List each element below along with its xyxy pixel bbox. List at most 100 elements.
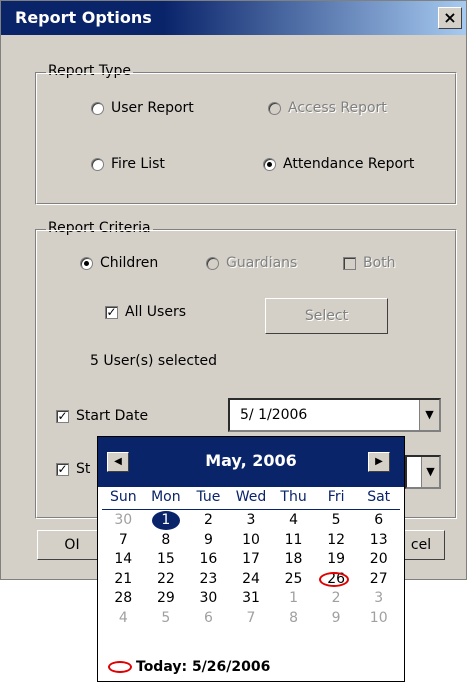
close-button[interactable]: × — [438, 7, 462, 29]
calendar-day[interactable]: 6 — [187, 609, 230, 629]
calendar-day[interactable]: 26 — [315, 570, 358, 590]
today-footer[interactable]: Today: 5/26/2006 — [108, 659, 270, 675]
start-date-value: 5/ 1/2006 — [240, 407, 308, 423]
report-type-group: Report Type — [35, 63, 457, 205]
access-report-option: Access Report — [268, 100, 387, 116]
fire-list-label: Fire List — [111, 156, 165, 172]
calendar-day[interactable]: 1 — [145, 511, 188, 531]
calendar-day[interactable]: 7 — [102, 531, 145, 551]
calendar-day[interactable]: 23 — [187, 570, 230, 590]
fire-list-radio[interactable] — [91, 157, 104, 171]
calendar-day[interactable]: 4 — [272, 511, 315, 531]
today-label: Today: 5/26/2006 — [136, 659, 271, 675]
user-report-option[interactable]: User Report — [91, 100, 194, 116]
calendar-day[interactable]: 9 — [315, 609, 358, 629]
start-date-option[interactable]: ✓ Start Date — [56, 408, 148, 424]
cancel-button-label: cel — [410, 537, 432, 553]
all-users-label: All Users — [125, 304, 187, 320]
calendar-day[interactable]: 28 — [102, 589, 145, 609]
stop-date-checkbox[interactable]: ✓ — [56, 462, 69, 476]
calendar-day[interactable]: 10 — [230, 531, 273, 551]
calendar-day[interactable]: 3 — [357, 589, 400, 609]
calendar-day[interactable]: 22 — [145, 570, 188, 590]
users-selected-text: 5 User(s) selected — [90, 353, 218, 369]
calendar-day[interactable]: 30 — [102, 511, 145, 531]
children-radio[interactable] — [80, 256, 93, 270]
attendance-report-radio[interactable] — [263, 157, 276, 171]
calendar-day[interactable]: 21 — [102, 570, 145, 590]
calendar-day[interactable]: 15 — [145, 550, 188, 570]
title-bar[interactable]: Report Options × — [1, 1, 466, 35]
report-criteria-legend: Report Criteria — [46, 220, 153, 236]
calendar-day[interactable]: 12 — [315, 531, 358, 551]
weekday-thu: Thu — [280, 489, 307, 505]
calendar-day[interactable]: 18 — [272, 550, 315, 570]
calendar-day[interactable]: 27 — [357, 570, 400, 590]
calendar-day[interactable]: 5 — [315, 511, 358, 531]
calendar-day[interactable]: 8 — [272, 609, 315, 629]
calendar-month-title[interactable]: May, 2006 — [98, 451, 404, 470]
user-report-label: User Report — [111, 100, 194, 116]
children-option[interactable]: Children — [80, 255, 158, 271]
calendar-day[interactable]: 24 — [230, 570, 273, 590]
calendar-day[interactable]: 25 — [272, 570, 315, 590]
calendar-day[interactable]: 30 — [187, 589, 230, 609]
next-month-icon[interactable]: ▶ — [368, 452, 390, 472]
weekday-sun: Sun — [109, 489, 137, 505]
month-calendar[interactable]: ◀ May, 2006 ▶ Sun Mon Tue Wed Thu Fri Sat 30 1 2… — [97, 436, 405, 682]
weekday-fri: Fri — [327, 489, 345, 505]
guardians-option: Guardians — [206, 255, 297, 271]
today-circle-icon — [108, 661, 132, 673]
calendar-day[interactable]: 2 — [187, 511, 230, 531]
calendar-day[interactable]: 8 — [145, 531, 188, 551]
calendar-day[interactable]: 13 — [357, 531, 400, 551]
calendar-day[interactable]: 10 — [357, 609, 400, 629]
both-label: Both — [363, 255, 396, 271]
attendance-report-label: Attendance Report — [283, 156, 415, 172]
calendar-day[interactable]: 20 — [357, 550, 400, 570]
calendar-day[interactable]: 11 — [272, 531, 315, 551]
guardians-radio — [206, 256, 219, 270]
calendar-day[interactable]: 4 — [102, 609, 145, 629]
calendar-day[interactable]: 14 — [102, 550, 145, 570]
calendar-day[interactable]: 31 — [230, 589, 273, 609]
stop-date-picker[interactable]: ▼ — [405, 455, 441, 489]
calendar-day[interactable]: 17 — [230, 550, 273, 570]
dropdown-arrow-icon[interactable]: ▼ — [421, 457, 439, 487]
report-type-legend: Report Type — [46, 63, 134, 79]
ok-button-label: OI — [64, 537, 80, 553]
attendance-report-option[interactable]: Attendance Report — [263, 156, 414, 172]
calendar-day[interactable]: 2 — [315, 589, 358, 609]
select-button-label: Select — [304, 308, 349, 324]
both-option: Both — [343, 255, 396, 271]
weekday-tue: Tue — [196, 489, 221, 505]
user-report-radio[interactable] — [91, 101, 104, 115]
calendar-day[interactable]: 19 — [315, 550, 358, 570]
calendar-day[interactable]: 3 — [230, 511, 273, 531]
calendar-day[interactable]: 9 — [187, 531, 230, 551]
fire-list-option[interactable]: Fire List — [91, 156, 165, 172]
both-checkbox — [343, 256, 356, 270]
calendar-day[interactable]: 29 — [145, 589, 188, 609]
access-report-label: Access Report — [288, 100, 387, 116]
start-date-label: Start Date — [76, 408, 149, 424]
access-report-radio — [268, 101, 281, 115]
calendar-day[interactable]: 7 — [230, 609, 273, 629]
calendar-day[interactable]: 16 — [187, 550, 230, 570]
stop-date-label: St — [76, 461, 91, 477]
weekday-sat: Sat — [367, 489, 391, 505]
weekday-mon: Mon — [151, 489, 181, 505]
dropdown-arrow-icon[interactable]: ▼ — [419, 400, 439, 430]
select-button: Select — [265, 298, 388, 334]
start-date-picker[interactable]: 5/ 1/2006 ▼ — [228, 398, 441, 432]
weekday-header: Sun Mon Tue Wed Thu Fri Sat — [102, 489, 400, 510]
calendar-day[interactable]: 5 — [145, 609, 188, 629]
all-users-checkbox[interactable]: ✓ — [105, 305, 118, 319]
calendar-day[interactable]: 6 — [357, 511, 400, 531]
calendar-day[interactable]: 1 — [272, 589, 315, 609]
all-users-option[interactable]: ✓ All Users — [105, 304, 186, 320]
window-title: Report Options — [15, 8, 152, 27]
stop-date-option[interactable]: ✓ St — [56, 461, 90, 477]
calendar-header: ◀ May, 2006 ▶ — [98, 437, 404, 487]
start-date-checkbox[interactable]: ✓ — [56, 409, 69, 423]
